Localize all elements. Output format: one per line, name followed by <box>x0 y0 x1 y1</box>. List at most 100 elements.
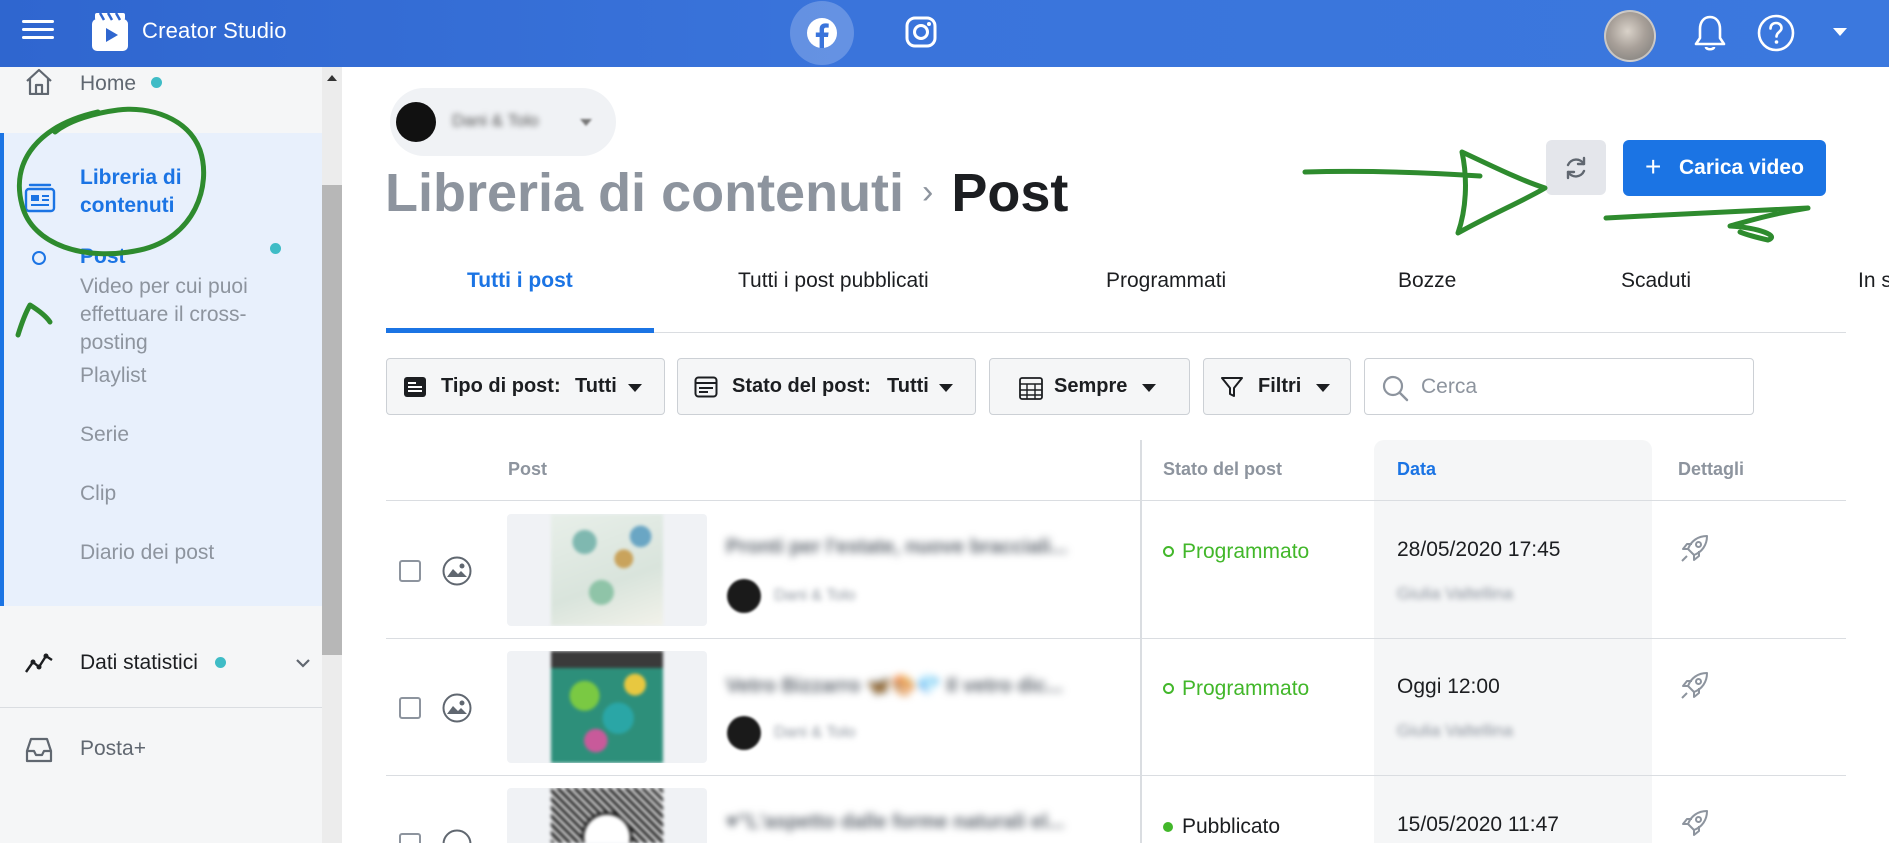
sidebar-divider <box>0 707 322 708</box>
status-text: Pubblicato <box>1182 815 1281 838</box>
filter-label: Stato del post: <box>732 375 871 397</box>
refresh-icon <box>1566 156 1586 180</box>
content-library-icon <box>24 183 56 213</box>
search-icon <box>1382 375 1409 402</box>
scroll-up-icon[interactable] <box>327 75 337 81</box>
tab-expired[interactable]: Scaduti <box>1621 269 1691 293</box>
filters-button[interactable]: Filtri <box>1203 358 1351 415</box>
inbox-icon <box>25 737 53 763</box>
funnel-icon <box>1221 377 1243 397</box>
sidebar-item-label: Posta+ <box>80 737 146 760</box>
post-title[interactable]: ♥"L'aspetto dalle forme naturali el... <box>726 811 1064 834</box>
caret-down-icon[interactable] <box>1832 26 1848 38</box>
row-checkbox[interactable] <box>399 697 421 719</box>
notification-dot <box>215 657 226 668</box>
rocket-icon[interactable] <box>1678 533 1710 565</box>
column-header-post[interactable]: Post <box>508 459 547 480</box>
post-date: 28/05/2020 17:45 <box>1397 538 1561 561</box>
post-type-filter[interactable]: Tipo di post: Tutti <box>386 358 665 415</box>
notification-dot <box>151 77 162 88</box>
creator-studio-logo[interactable] <box>92 13 128 51</box>
thumbnail-image <box>551 514 663 626</box>
column-header-date[interactable]: Data <box>1397 459 1436 480</box>
sidebar-item-insights[interactable]: Dati statistici <box>0 630 322 690</box>
notification-dot <box>270 243 281 254</box>
caret-down-icon <box>939 384 953 392</box>
search-input[interactable] <box>1421 371 1741 403</box>
post-thumbnail[interactable] <box>507 514 707 626</box>
tab-published-posts[interactable]: Tutti i post pubblicati <box>738 269 929 293</box>
sidebar-sub-series[interactable]: Serie <box>80 421 129 449</box>
row-checkbox[interactable] <box>399 560 421 582</box>
status-badge: Pubblicato <box>1163 815 1280 839</box>
photo-post-icon <box>442 556 472 586</box>
post-thumbnail[interactable] <box>507 788 707 843</box>
sidebar-sub-crosspost[interactable]: Video per cui puoi effettuare il cross-p… <box>80 273 280 357</box>
home-icon <box>26 68 52 95</box>
bell-icon[interactable] <box>1692 13 1728 53</box>
caret-down-icon <box>580 119 592 126</box>
calendar-icon <box>1019 377 1043 400</box>
status-dot <box>1163 822 1173 832</box>
sidebar-sub-clip[interactable]: Clip <box>80 480 116 508</box>
sidebar-item-label: Dati statistici <box>80 651 198 674</box>
caret-down-icon <box>1142 384 1156 392</box>
filter-label: Filtri <box>1258 375 1302 397</box>
date-range-filter[interactable]: Sempre <box>989 358 1190 415</box>
column-header-details[interactable]: Dettagli <box>1678 459 1744 480</box>
radio-icon <box>32 251 46 265</box>
status-text: Programmato <box>1182 540 1310 563</box>
sidebar-scrollbar[interactable] <box>322 67 342 843</box>
insights-icon <box>25 653 53 673</box>
tab-drafts[interactable]: Bozze <box>1398 269 1456 293</box>
sidebar-item-home[interactable]: Home <box>0 67 322 133</box>
app-title[interactable]: Creator Studio <box>142 18 287 44</box>
facebook-icon <box>807 18 837 48</box>
refresh-button[interactable] <box>1546 140 1606 195</box>
instagram-icon[interactable] <box>905 16 937 48</box>
post-status-filter[interactable]: Stato del post: Tutti <box>677 358 976 415</box>
sidebar-item-label: Libreria di contenuti <box>80 166 182 217</box>
sidebar-item-library[interactable]: Libreria di contenuti <box>0 155 322 254</box>
sidebar-sub-playlist[interactable]: Playlist <box>80 362 147 390</box>
sidebar: Home Libreria di contenuti Post Video pe… <box>0 67 322 843</box>
menu-icon[interactable] <box>22 15 54 47</box>
column-header-status[interactable]: Stato del post <box>1163 459 1282 480</box>
row-checkbox[interactable] <box>399 833 421 843</box>
avatar[interactable] <box>1604 10 1656 62</box>
status-badge: Programmato <box>1163 677 1309 701</box>
table-divider <box>386 500 1846 501</box>
help-icon[interactable] <box>1756 13 1796 53</box>
status-text: Programmato <box>1182 677 1310 700</box>
filter-value: Sempre <box>1054 375 1128 397</box>
scrollbar-thumb[interactable] <box>322 185 342 655</box>
breadcrumb: Libreria di contenuti › Post <box>385 162 1068 224</box>
page-selector[interactable]: Dani & Tolo <box>390 88 616 156</box>
tab-all-posts[interactable]: Tutti i post <box>467 269 573 293</box>
chevron-down-icon[interactable] <box>295 658 311 668</box>
search-box[interactable] <box>1364 358 1754 415</box>
table-divider <box>386 775 1846 776</box>
page-name: Dani & Tolo <box>452 111 539 130</box>
upload-video-button[interactable]: + Carica video <box>1623 140 1826 196</box>
rocket-icon[interactable] <box>1678 808 1710 840</box>
tab-scheduled[interactable]: Programmati <box>1106 269 1226 293</box>
scheduled-by: Giulia Valtellina <box>1397 721 1513 740</box>
active-tab-indicator <box>386 328 654 333</box>
tab-more[interactable]: In s <box>1858 269 1889 293</box>
sidebar-item-inbox[interactable]: Posta+ <box>0 727 322 787</box>
thumbnail-image <box>551 651 663 763</box>
rocket-icon[interactable] <box>1678 670 1710 702</box>
facebook-tab[interactable] <box>790 1 854 65</box>
sidebar-sub-diary[interactable]: Diario dei post <box>80 539 214 567</box>
post-title[interactable]: Vetro Bizzarro 🦋🎨💎 Il vetro dic... <box>726 673 1063 698</box>
status-badge: Programmato <box>1163 540 1309 564</box>
top-bar: Creator Studio <box>0 0 1889 67</box>
post-title[interactable]: Pronti per l'estate, nuove bracciali... <box>726 536 1068 559</box>
page-avatar <box>396 102 436 142</box>
filter-value: Tutti <box>887 375 929 397</box>
post-thumbnail[interactable] <box>507 651 707 763</box>
author-avatar <box>727 579 761 613</box>
breadcrumb-parent[interactable]: Libreria di contenuti <box>385 163 904 223</box>
post-status-icon <box>694 376 718 398</box>
